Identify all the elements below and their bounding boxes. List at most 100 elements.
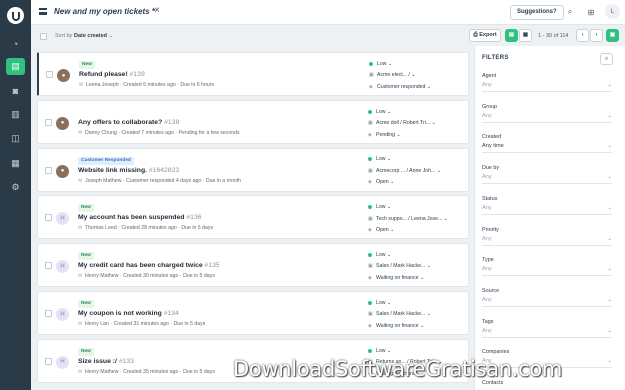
priority-dot [368,109,372,114]
ticket-checkbox[interactable] [45,262,52,270]
ticket-card[interactable]: H New My credit card has been charged tw… [37,243,469,288]
ticket-number: #139 [129,71,145,78]
prev-page-icon[interactable]: ‹ [576,29,589,42]
filter-value: Any [482,204,492,211]
requester-name: Henry Lan [85,321,109,327]
ticket-card[interactable]: ● Any offers to collaborate? #138 ✉ Danny… [37,99,469,144]
reports-icon[interactable]: ▦ [8,156,23,171]
menu-icon[interactable] [39,8,47,15]
filter-label: Type [482,257,494,264]
filter-value: Any [482,112,492,119]
priority-dropdown[interactable]: Low ⌄ [368,249,466,261]
ticket-checkbox[interactable] [45,214,52,222]
select-all-checkbox[interactable] [40,33,47,40]
group-icon: ▣ [368,263,373,270]
ticket-subject[interactable]: Website link missing. #1642823 [78,167,179,174]
ticket-checkbox[interactable] [45,357,52,365]
ticket-subject[interactable]: Any offers to collaborate? #138 [78,119,179,126]
subject-text: Any offers to collaborate? [78,118,163,126]
avatar[interactable]: L [605,4,620,19]
status-dropdown[interactable]: ◈ Customer responded ⌄ [369,81,467,93]
ticket-subject[interactable]: My coupon is not working #134 [78,310,179,317]
status-dropdown[interactable]: ◈ Open ⌄ [368,224,466,236]
filter-tags: Tags Any ⌄ [482,319,612,338]
ticket-subject[interactable]: Size issue :/ #133 [78,358,134,365]
priority-dropdown[interactable]: Low ⌄ [368,297,466,309]
group-agent-dropdown[interactable]: ▣ Tech suppo... / Leena Jose... ⌄ [368,213,466,225]
filter-search-icon[interactable]: ⌕ [600,53,613,65]
filter-value: Any [482,235,492,242]
sort-by-value: Date created [73,33,107,39]
filter-agent: Agent Any ⌄ [482,73,612,92]
next-page-icon[interactable]: › [590,29,603,42]
filter-select[interactable]: Any time ⌄ [482,143,612,154]
filter-select[interactable]: Any ⌄ [482,82,612,92]
filter-select[interactable]: Any ⌄ [482,328,612,338]
dashboard-icon[interactable]: ◔ [8,36,23,51]
status-dropdown[interactable]: ◈ Waiting on finance ⌄ [368,272,466,284]
group-agent-dropdown[interactable]: ▣ Sales / Mark Hacke... ⌄ [368,261,466,273]
priority-dot [368,300,372,305]
forums-icon[interactable]: ◫ [8,131,23,146]
ticket-checkbox[interactable] [45,166,52,174]
group-value: Sales / Mark Hacke... [376,311,426,318]
ticket-checkbox[interactable] [46,71,53,78]
priority-dropdown[interactable]: Low ⌄ [368,106,466,118]
priority-value: Low [377,60,387,67]
export-button[interactable]: ⎙ Export [469,29,501,42]
ticket-card[interactable]: ● New Refund please! #139 ✉ Leena Joseph … [37,52,469,96]
ticket-subject[interactable]: My account has been suspended #136 [78,214,202,221]
group-agent-dropdown[interactable]: ▣ Acme doll / Robert Tri... ⌄ [368,117,466,129]
created-time: Created 7 minutes ago [121,129,174,136]
suggestions-button[interactable]: Suggestions? [510,5,564,20]
ticket-card[interactable]: ● Customer Responded Website link missin… [37,147,469,192]
search-icon[interactable]: ⌕ [564,6,576,18]
status-dropdown[interactable]: ◈ Open ⌄ [368,177,466,189]
ticket-subject[interactable]: My credit card has been charged twice #1… [78,262,220,269]
status-dropdown[interactable]: ◈ Waiting on finance ⌄ [368,320,466,332]
close-view-icon[interactable]: × [154,5,160,16]
view-title[interactable]: New and my open tickets * [54,7,155,16]
table-view-icon[interactable]: ▦ [519,29,532,42]
knowledge-base-icon[interactable]: ▥ [8,107,23,122]
filter-panel-icon[interactable]: ▣ [606,29,619,42]
contacts-icon[interactable]: ◙ [8,83,23,98]
filter-select[interactable]: Any ⌄ [482,174,612,185]
tickets-icon[interactable]: ▤ [6,58,25,75]
group-icon: ▣ [368,167,373,174]
due-time: Due in a month [205,177,242,184]
due-time: Pending for a few seconds [178,129,240,136]
settings-gear-icon[interactable]: ⚙ [8,180,23,195]
priority-dropdown[interactable]: Low ⌄ [368,154,466,166]
priority-dropdown[interactable]: Low ⌄ [369,58,467,70]
new-item-icon[interactable]: ⊞ [585,6,597,18]
group-agent-dropdown[interactable]: ▣ Acmecorp ... / Anne Joh... ⌄ [368,165,466,177]
app-logo-icon[interactable] [7,7,24,24]
sort-by-control[interactable]: Sort by Date created ⌄ [55,33,113,39]
filter-value: Any [482,266,492,273]
status-icon: ◈ [369,83,373,90]
ticket-number: #135 [204,262,220,270]
card-view-icon[interactable]: ▤ [505,29,518,42]
requester-name: Thomas Leed [85,225,117,232]
status-dropdown[interactable]: ◈ Pending ⌄ [368,129,466,141]
filter-select[interactable]: Any ⌄ [482,266,612,277]
email-icon: ✉ [78,273,83,280]
filter-select[interactable]: Any ⌄ [482,205,612,215]
ticket-card[interactable]: H New My coupon is not working #134 ✉ Hen… [37,291,469,335]
filter-select[interactable]: Any ⌄ [482,113,612,123]
ticket-checkbox[interactable] [45,310,52,317]
status-value: Customer responded [377,83,426,90]
group-agent-dropdown[interactable]: ▣ Sales / Mark Hacke... ⌄ [368,309,466,321]
group-agent-dropdown[interactable]: ▣ Acme elect... / ⌄ [369,70,467,82]
ticket-subject[interactable]: Refund please! #139 [79,71,145,78]
ticket-checkbox[interactable] [45,118,52,126]
created-time: Created 31 minutes ago [113,321,169,327]
filter-created: Created Any time ⌄ [482,134,612,154]
ticket-card[interactable]: H New My account has been suspended #136… [37,195,469,240]
filter-select[interactable]: Any ⌄ [482,236,612,246]
priority-dropdown[interactable]: Low ⌄ [368,201,466,213]
filter-select[interactable]: Any ⌄ [482,297,612,307]
priority-dropdown[interactable]: Low ⌄ [368,345,466,357]
filter-due-by: Due by Any ⌄ [482,165,612,185]
